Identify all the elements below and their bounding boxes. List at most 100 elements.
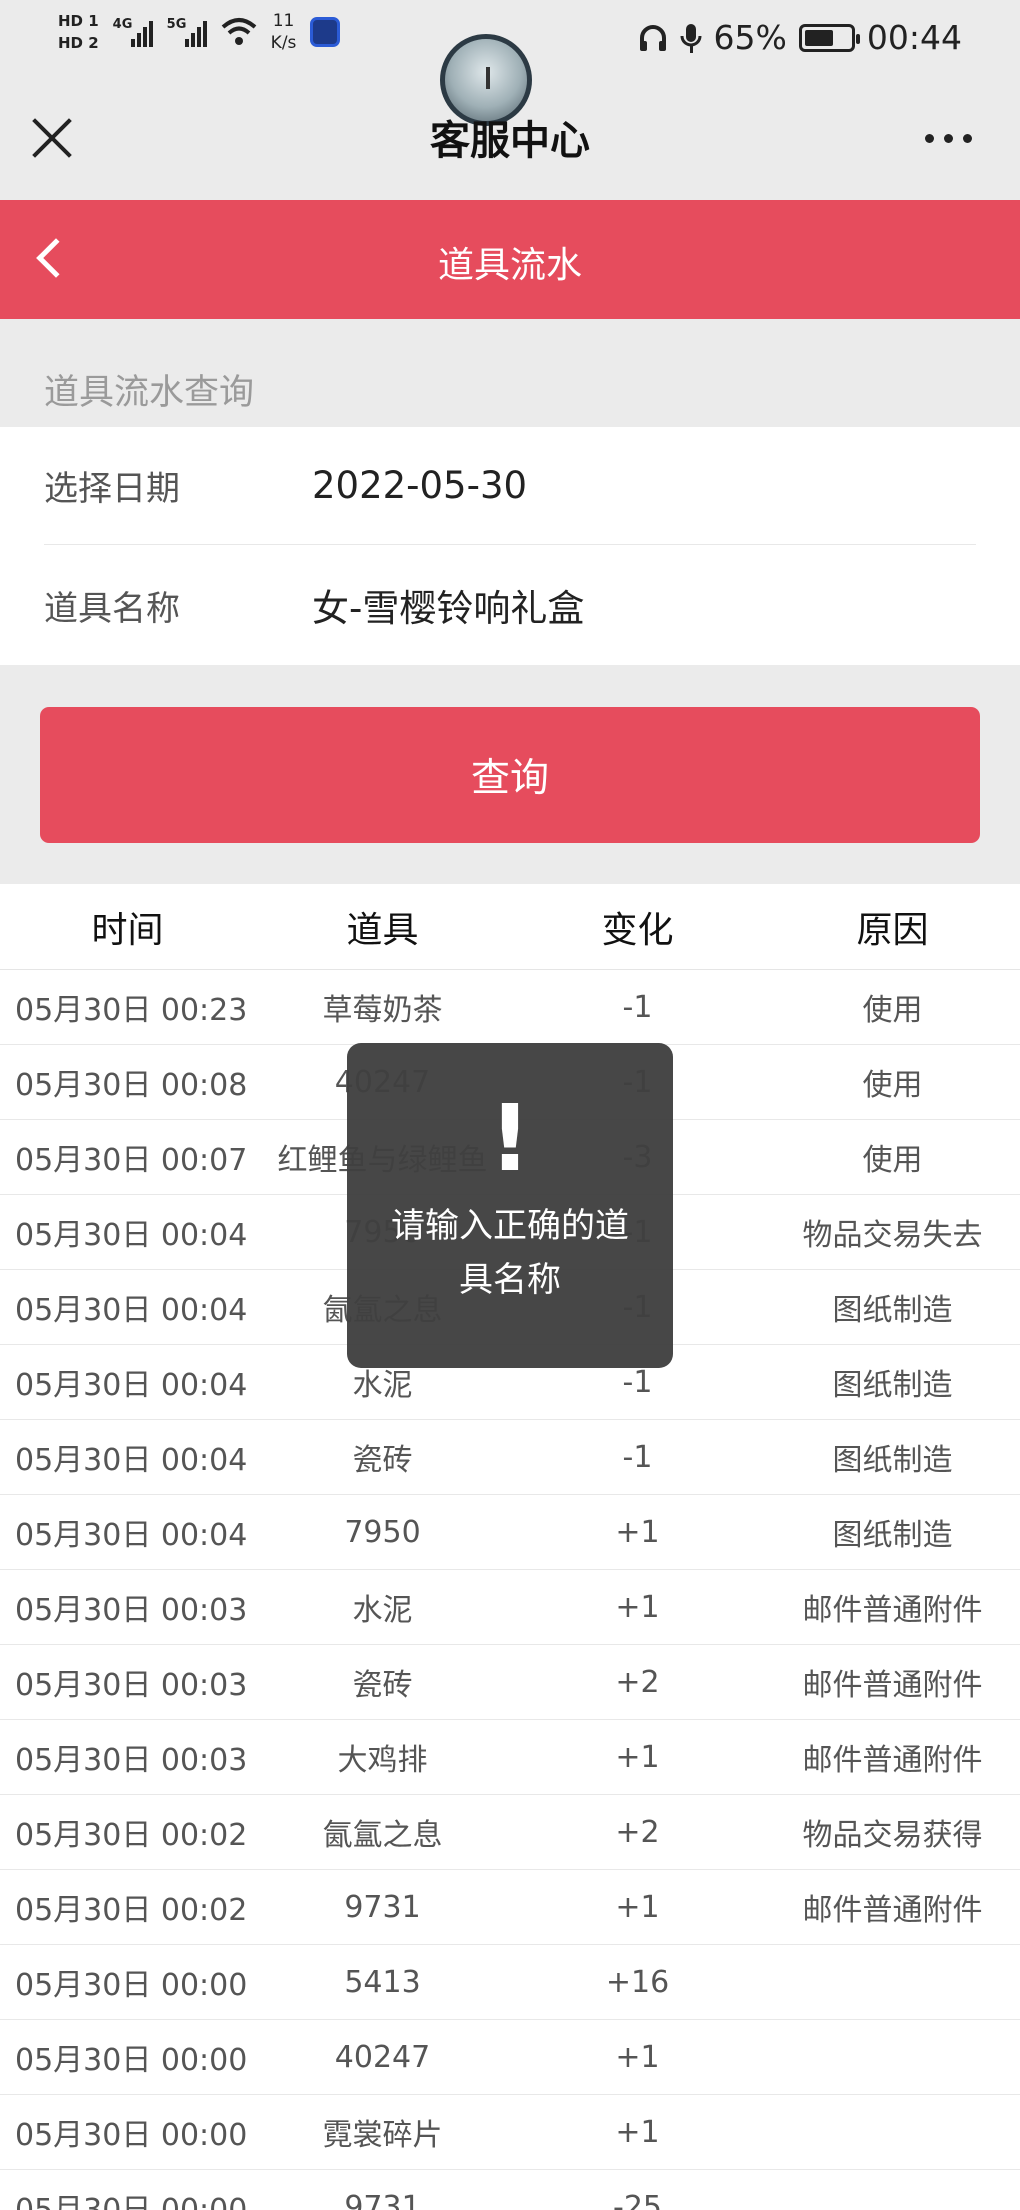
table-row: 05月30日 00:03 大鸡排 +1 邮件普通附件	[0, 1720, 1020, 1795]
error-toast: ! 请输入正确的道具名称	[347, 1043, 673, 1368]
date-field[interactable]: 2022-05-30	[312, 464, 527, 507]
cell-time: 05月30日 00:04	[15, 1293, 248, 1328]
cell-item: 40247	[334, 2039, 431, 2075]
table-row: 05月30日 00:00 霓裳碎片 +1	[0, 2095, 1020, 2170]
cell-reason: 图纸制造	[832, 1443, 953, 1478]
table-row: 05月30日 00:03 瓷砖 +2 邮件普通附件	[0, 1645, 1020, 1720]
network-speed: 11 K/s	[270, 11, 297, 53]
app-notification-icon	[310, 17, 341, 47]
cell-reason: 使用	[862, 993, 923, 1028]
cell-change: +1	[615, 1589, 660, 1625]
cell-change: +2	[615, 1664, 660, 1700]
cell-reason: 图纸制造	[832, 1368, 953, 1403]
cell-time: 05月30日 00:02	[15, 1818, 248, 1853]
cell-time: 05月30日 00:08	[15, 1068, 248, 1103]
date-row[interactable]: 选择日期 2022-05-30	[44, 427, 976, 545]
column-header-item: 道具	[346, 909, 419, 951]
table-row: 05月30日 00:02 氤氲之息 +2 物品交易获得	[0, 1795, 1020, 1870]
cell-item: 氤氲之息	[322, 1818, 443, 1853]
cell-change: -1	[622, 989, 653, 1025]
section-header: 道具流水	[0, 200, 1020, 319]
cell-change: +2	[615, 1814, 660, 1850]
cell-reason: 邮件普通附件	[802, 1743, 983, 1778]
cell-time: 05月30日 00:23	[15, 993, 248, 1028]
item-name-field[interactable]: 女-雪樱铃响礼盒	[312, 578, 584, 632]
column-header-time: 时间	[91, 909, 164, 951]
cell-time: 05月30日 00:04	[15, 1368, 248, 1403]
item-name-label: 道具名称	[44, 588, 180, 629]
cell-item: 7950	[344, 1514, 421, 1550]
cell-change: +1	[615, 2114, 660, 2150]
more-options-icon[interactable]	[925, 134, 972, 143]
cell-time: 05月30日 00:04	[15, 1218, 248, 1253]
table-row: 05月30日 00:00 40247 +1	[0, 2020, 1020, 2095]
cell-time: 05月30日 00:00	[15, 2043, 248, 2078]
cell-time: 05月30日 00:00	[15, 1968, 248, 2003]
cell-reason: 邮件普通附件	[802, 1668, 983, 1703]
cell-change: +16	[605, 1964, 670, 2000]
cell-change: -25	[613, 2189, 662, 2210]
cell-item: 大鸡排	[337, 1743, 428, 1778]
item-name-row[interactable]: 道具名称 女-雪樱铃响礼盒	[44, 546, 976, 664]
query-button[interactable]: 查询	[40, 707, 980, 843]
cell-change: +1	[615, 2039, 660, 2075]
page-title: 客服中心	[430, 118, 590, 164]
table-row: 05月30日 00:00 5413 +16	[0, 1945, 1020, 2020]
table-row: 05月30日 00:00 9731 -25	[0, 2170, 1020, 2210]
battery-percent: 65%	[713, 18, 787, 57]
cell-item: 9731	[344, 1889, 421, 1925]
query-form: 选择日期 2022-05-30 道具名称 女-雪樱铃响礼盒	[0, 427, 1020, 665]
table-row: 05月30日 00:04 瓷砖 -1 图纸制造	[0, 1420, 1020, 1495]
column-header-change: 变化	[601, 909, 674, 951]
cell-item: 草莓奶茶	[322, 993, 443, 1028]
headphones-icon	[639, 24, 666, 51]
signal-5g-icon: 5G	[167, 17, 207, 47]
cell-item: 5413	[344, 1964, 421, 2000]
cell-time: 05月30日 00:02	[15, 1893, 248, 1928]
app-title-bar: 客服中心	[0, 34, 1020, 200]
cell-time: 05月30日 00:03	[15, 1743, 248, 1778]
signal-4g-icon: 4G	[113, 17, 153, 47]
cell-reason: 邮件普通附件	[802, 1893, 983, 1928]
table-row: 05月30日 00:03 水泥 +1 邮件普通附件	[0, 1570, 1020, 1645]
cell-change: +1	[615, 1889, 660, 1925]
hd2-label: HD 2	[58, 34, 99, 52]
cell-time: 05月30日 00:00	[0, 2185, 255, 2210]
cell-reason: 使用	[862, 1068, 923, 1103]
cell-change: -1	[622, 1364, 653, 1400]
toast-message: 请输入正确的道具名称	[391, 1206, 629, 1300]
cell-time: 05月30日 00:04	[15, 1518, 248, 1553]
cell-reason: 邮件普通附件	[802, 1593, 983, 1628]
cell-change: -1	[622, 1439, 653, 1475]
cell-item: 瓷砖	[352, 1443, 413, 1478]
cell-reason: 使用	[862, 1143, 923, 1178]
cell-item: 水泥	[352, 1593, 413, 1628]
hd1-label: HD 1	[58, 12, 99, 30]
cell-time: 05月30日 00:07	[15, 1143, 248, 1178]
microphone-icon	[680, 23, 702, 53]
column-header-reason: 原因	[856, 909, 929, 951]
date-label: 选择日期	[44, 469, 180, 509]
cell-change: +1	[615, 1514, 660, 1550]
table-row: 05月30日 00:02 9731 +1 邮件普通附件	[0, 1870, 1020, 1945]
cell-reason: 物品交易失去	[802, 1218, 983, 1253]
section-title: 道具流水	[437, 245, 582, 286]
cell-item: 霓裳碎片	[322, 2118, 443, 2153]
cell-time: 05月30日 00:04	[15, 1443, 248, 1478]
table-row: 05月30日 00:04 7950 +1 图纸制造	[0, 1495, 1020, 1570]
hd-indicators: HD 1 HD 2	[58, 12, 99, 52]
battery-icon	[798, 23, 860, 52]
cell-time: 05月30日 00:03	[15, 1668, 248, 1703]
cell-reason: 图纸制造	[832, 1518, 953, 1553]
cell-time: 05月30日 00:00	[15, 2118, 248, 2153]
table-header: 时间 道具 变化 原因	[0, 884, 1020, 970]
table-row: 05月30日 00:23 草莓奶茶 -1 使用	[0, 970, 1020, 1045]
status-right: 65% 00:44	[638, 18, 962, 57]
query-section-label: 道具流水查询	[44, 373, 255, 413]
cell-change: +1	[615, 1739, 660, 1775]
status-left: HD 1 HD 2 4G 5G 11 K/s	[58, 10, 341, 54]
cell-time: 05月30日 00:03	[15, 1593, 248, 1628]
clock: 00:44	[866, 18, 962, 57]
wifi-icon	[221, 18, 256, 45]
exclamation-icon: !	[489, 1085, 531, 1192]
